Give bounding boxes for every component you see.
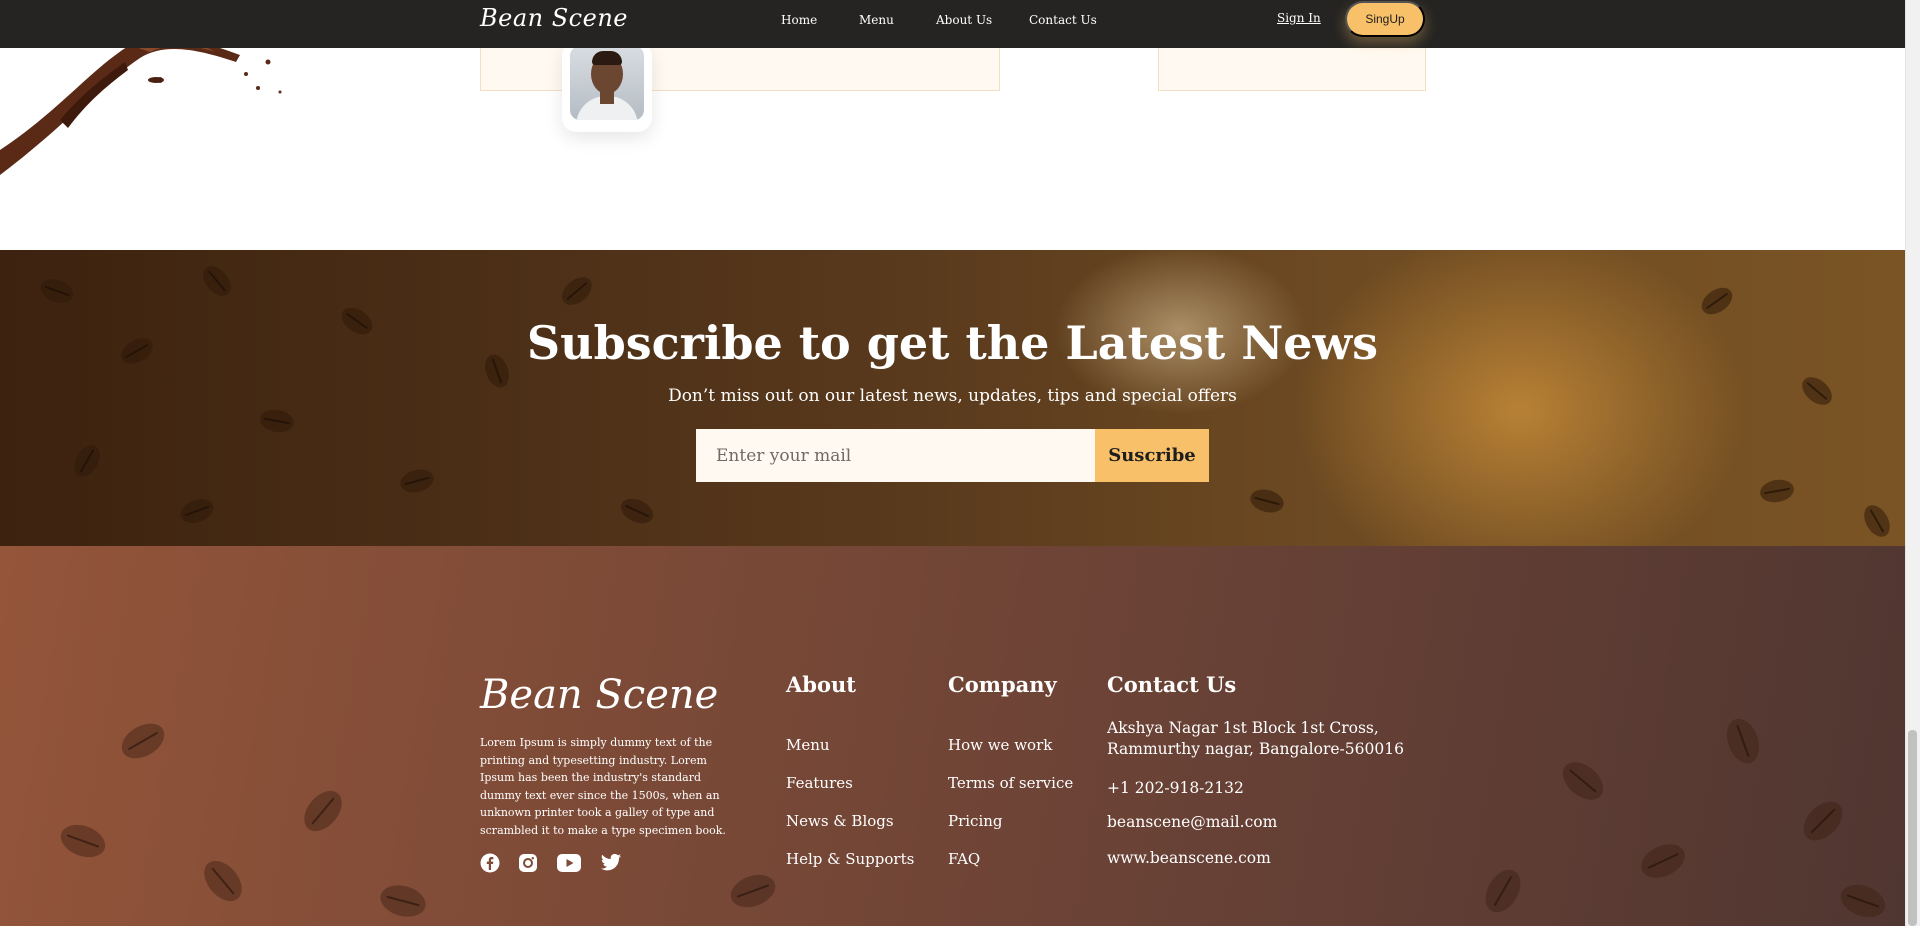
instagram-icon[interactable] bbox=[518, 853, 538, 873]
footer: Bean Scene Lorem Ipsum is simply dummy t… bbox=[0, 546, 1905, 926]
footer-link-news-blogs[interactable]: News & Blogs bbox=[786, 812, 894, 830]
youtube-icon[interactable] bbox=[556, 853, 582, 873]
footer-link-faq[interactable]: FAQ bbox=[948, 850, 980, 868]
footer-link-terms[interactable]: Terms of service bbox=[948, 774, 1073, 792]
email-input[interactable] bbox=[696, 429, 1096, 482]
page-scrollbar[interactable] bbox=[1905, 0, 1920, 926]
contact-website[interactable]: www.beanscene.com bbox=[1107, 849, 1271, 867]
contact-phone[interactable]: +1 202-918-2132 bbox=[1107, 779, 1244, 797]
footer-link-features[interactable]: Features bbox=[786, 774, 853, 792]
footer-link-help-supports[interactable]: Help & Supports bbox=[786, 850, 914, 868]
footer-logo[interactable]: Bean Scene bbox=[480, 672, 718, 718]
nav-link-about[interactable]: About Us bbox=[936, 13, 992, 27]
subscribe-button[interactable]: Suscribe bbox=[1095, 429, 1209, 482]
company-title: Company bbox=[948, 672, 1057, 697]
signin-link[interactable]: Sign In bbox=[1277, 11, 1321, 25]
nav-link-menu[interactable]: Menu bbox=[859, 13, 894, 27]
social-links bbox=[480, 853, 622, 873]
subscribe-section: Subscribe to get the Latest News Don’t m… bbox=[0, 250, 1905, 546]
navbar: Bean Scene Home Menu About Us Contact Us… bbox=[0, 0, 1905, 48]
scrollbar-thumb[interactable] bbox=[1908, 730, 1917, 926]
contact-address: Akshya Nagar 1st Block 1st Cross, Rammur… bbox=[1107, 719, 1404, 758]
about-title: About bbox=[786, 672, 856, 697]
facebook-icon[interactable] bbox=[480, 853, 500, 873]
footer-description: Lorem Ipsum is simply dummy text of the … bbox=[480, 736, 726, 837]
footer-link-menu[interactable]: Menu bbox=[786, 736, 830, 754]
signup-button[interactable]: SingUp bbox=[1345, 1, 1425, 37]
subscribe-text: Don’t miss out on our latest news, updat… bbox=[668, 386, 1237, 406]
footer-link-how-we-work[interactable]: How we work bbox=[948, 736, 1052, 754]
nav-logo[interactable]: Bean Scene bbox=[480, 4, 628, 32]
avatar-photo bbox=[570, 46, 644, 120]
contact-email[interactable]: beanscene@mail.com bbox=[1107, 813, 1277, 831]
twitter-icon[interactable] bbox=[600, 853, 622, 873]
footer-link-pricing[interactable]: Pricing bbox=[948, 812, 1003, 830]
contact-title: Contact Us bbox=[1107, 672, 1237, 697]
nav-link-home[interactable]: Home bbox=[781, 13, 817, 27]
nav-link-contact[interactable]: Contact Us bbox=[1029, 13, 1097, 27]
avatar bbox=[562, 42, 652, 132]
subscribe-title: Subscribe to get the Latest News bbox=[526, 316, 1379, 370]
